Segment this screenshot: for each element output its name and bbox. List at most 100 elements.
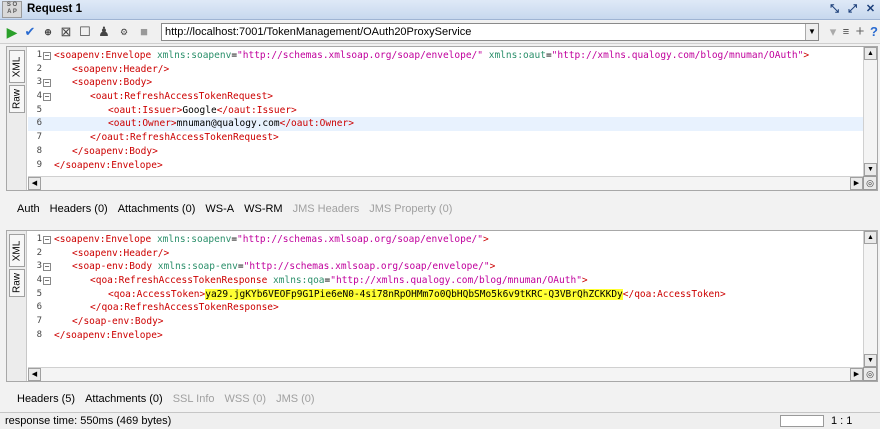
fold-toggle-icon[interactable]: − (43, 79, 51, 88)
fold-toggle-icon[interactable]: − (43, 93, 51, 102)
scroll-left-button[interactable]: ◀ (28, 177, 41, 190)
code-token: mnuman@qualogy.com (176, 118, 280, 130)
response-vertical-scrollbar[interactable]: ▲ ▼ (863, 231, 877, 367)
code-text: <soapenv:Body> (54, 76, 152, 90)
code-line[interactable]: 3− <soapenv:Body> (28, 76, 863, 90)
code-line[interactable]: 1− <soapenv:Envelope xmlns:soapenv="http:… (28, 233, 863, 247)
code-token: > (803, 50, 810, 61)
tab-raw[interactable]: Raw (9, 269, 25, 297)
scroll-down-button[interactable]: ▼ (864, 163, 877, 176)
request-editor[interactable]: XML Raw 1− <soapenv:Envelope xmlns:soapen… (6, 46, 878, 191)
status-indicator (780, 415, 824, 427)
fold-toggle-icon[interactable]: − (43, 52, 51, 60)
code-token: "http://schemas.xmlsoap.org/soap/envelop… (243, 261, 490, 273)
code-line[interactable]: 5 <oaut:Issuer>Google</oaut:Issuer> (28, 104, 863, 118)
code-token: <soapenv:Header/> (72, 63, 170, 75)
tab-attachments-0[interactable]: Attachments (0) (85, 393, 163, 405)
tab-headers-5[interactable]: Headers (5) (17, 393, 75, 405)
scroll-down-button[interactable]: ▼ (864, 354, 877, 367)
tab-attachments-0[interactable]: Attachments (0) (118, 203, 196, 215)
tab-auth[interactable]: Auth (17, 203, 40, 215)
code-token: xmlns:soapenv (156, 50, 232, 61)
code-token: <qoa:RefreshAccessTokenResponse (90, 275, 274, 287)
code-line[interactable]: 7 </soap-env:Body> (28, 315, 863, 329)
code-token: <oaut:Issuer> (108, 104, 183, 116)
code-line[interactable]: 7 </oaut:RefreshAccessTokenRequest> (28, 131, 863, 145)
wsdl-icon[interactable]: ⊠ (58, 24, 74, 40)
tab-jms-0: JMS (0) (276, 393, 315, 405)
code-text: <soapenv:Envelope xmlns:soapenv="http://… (54, 233, 489, 247)
scroll-up-button[interactable]: ▲ (864, 47, 877, 60)
line-number: 8 (36, 145, 42, 156)
code-token: xmlns:oaut (488, 50, 546, 61)
code-token: > (489, 261, 496, 273)
code-line[interactable]: 5 <qoa:AccessToken>ya29.jgKYb6VEOFp9G1Pie… (28, 288, 863, 302)
code-token: > (581, 275, 588, 287)
window-title: Request 1 (27, 3, 82, 15)
user-icon[interactable]: ♟ (96, 24, 112, 40)
response-time: response time: 550ms (469 bytes) (5, 415, 172, 427)
scroll-up-button[interactable]: ▲ (864, 231, 877, 244)
request-vertical-scrollbar[interactable]: ▲ ▼ (863, 47, 877, 176)
stop-icon[interactable]: ☐ (77, 24, 93, 40)
line-number: 4 (36, 275, 42, 286)
endpoint-url-select[interactable]: http://localhost:7001/TokenManagement/OA… (161, 23, 819, 41)
restore-icon[interactable]: ⤡ (827, 2, 842, 17)
scroll-left-button[interactable]: ◀ (28, 368, 41, 381)
code-token: </oaut:RefreshAccessTokenRequest> (90, 132, 279, 144)
add-assertion-icon[interactable]: ✔ (22, 24, 38, 40)
request-horizontal-scrollbar[interactable]: ◀ ▶ (28, 176, 863, 190)
response-horizontal-scrollbar[interactable]: ◀ ▶ (28, 367, 863, 381)
maximize-icon[interactable]: ⤢ (845, 2, 860, 17)
fold-toggle-icon[interactable]: − (43, 277, 51, 286)
code-token: "http://schemas.xmlsoap.org/soap/envelop… (237, 50, 483, 61)
code-text: <oaut:RefreshAccessTokenRequest> (54, 90, 273, 104)
fold-toggle-icon[interactable]: − (43, 263, 51, 272)
code-text: <qoa:RefreshAccessTokenResponse xmlns:qo… (54, 274, 588, 288)
code-token: "http://schemas.xmlsoap.org/soap/envelop… (237, 234, 483, 245)
tab-headers-0[interactable]: Headers (0) (50, 203, 108, 215)
run-icon[interactable]: ▶ (4, 24, 20, 40)
close-icon[interactable]: ✕ (863, 2, 878, 17)
editor-corner-icon[interactable]: ◎ (863, 367, 877, 381)
line-number: 5 (36, 104, 42, 115)
response-editor[interactable]: XML Raw 1− <soapenv:Envelope xmlns:soapen… (6, 230, 878, 382)
code-line[interactable]: 6 </qoa:RefreshAccessTokenResponse> (28, 301, 863, 315)
tab-wss-0: WSS (0) (224, 393, 267, 405)
code-text: </oaut:RefreshAccessTokenRequest> (54, 131, 279, 145)
code-line[interactable]: 2 <soapenv:Header/> (28, 247, 863, 261)
tab-xml[interactable]: XML (9, 234, 25, 267)
line-number: 7 (36, 316, 42, 327)
code-line[interactable]: 3− <soap-env:Body xmlns:soap-env="http://… (28, 260, 863, 274)
code-token: <qoa:AccessToken> (108, 288, 206, 300)
code-line[interactable]: 1− <soapenv:Envelope xmlns:soapenv="http:… (28, 49, 863, 63)
tab-xml[interactable]: XML (9, 50, 25, 83)
code-line[interactable]: 8 </soapenv:Body> (28, 145, 863, 159)
tab-raw[interactable]: Raw (9, 85, 25, 113)
code-token: xmlns:soap-env (157, 261, 238, 273)
tab-ws-rm[interactable]: WS-RM (244, 203, 283, 215)
code-token: <oaut:RefreshAccessTokenRequest> (90, 91, 274, 103)
code-line[interactable]: 8 </soapenv:Envelope> (28, 329, 863, 343)
request-code[interactable]: 1− <soapenv:Envelope xmlns:soapenv="http:… (28, 47, 863, 176)
line-number: 6 (36, 302, 42, 313)
code-token: </oaut:Owner> (279, 118, 354, 130)
chevron-down-icon[interactable]: ▼ (805, 24, 818, 40)
help-icon[interactable]: ? (866, 24, 880, 40)
editor-corner-icon[interactable]: ◎ (863, 176, 877, 190)
fold-toggle-icon[interactable]: − (43, 236, 51, 244)
code-line[interactable]: 2 <soapenv:Header/> (28, 63, 863, 77)
tab-ws-a[interactable]: WS-A (205, 203, 234, 215)
scroll-right-button[interactable]: ▶ (850, 177, 863, 190)
endpoint-settings-icon[interactable]: ⚙ (116, 24, 132, 40)
scroll-right-button[interactable]: ▶ (850, 368, 863, 381)
response-code[interactable]: 1− <soapenv:Envelope xmlns:soapenv="http:… (28, 231, 863, 367)
code-line[interactable]: 4− <oaut:RefreshAccessTokenRequest> (28, 90, 863, 104)
code-text: <soapenv:Envelope xmlns:soapenv="http://… (54, 49, 809, 63)
code-line[interactable]: 9 </soapenv:Envelope> (28, 159, 863, 173)
line-number: 5 (36, 288, 42, 299)
code-line[interactable]: 4− <qoa:RefreshAccessTokenResponse xmlns:… (28, 274, 863, 288)
code-line[interactable]: 6 <oaut:Owner>mnuman@qualogy.com</oaut:Ow… (28, 117, 863, 132)
create-tcp-tunnel-icon[interactable]: ⊕ (40, 24, 56, 40)
code-text: <oaut:Owner>mnuman@qualogy.com</oaut:Own… (54, 117, 354, 131)
